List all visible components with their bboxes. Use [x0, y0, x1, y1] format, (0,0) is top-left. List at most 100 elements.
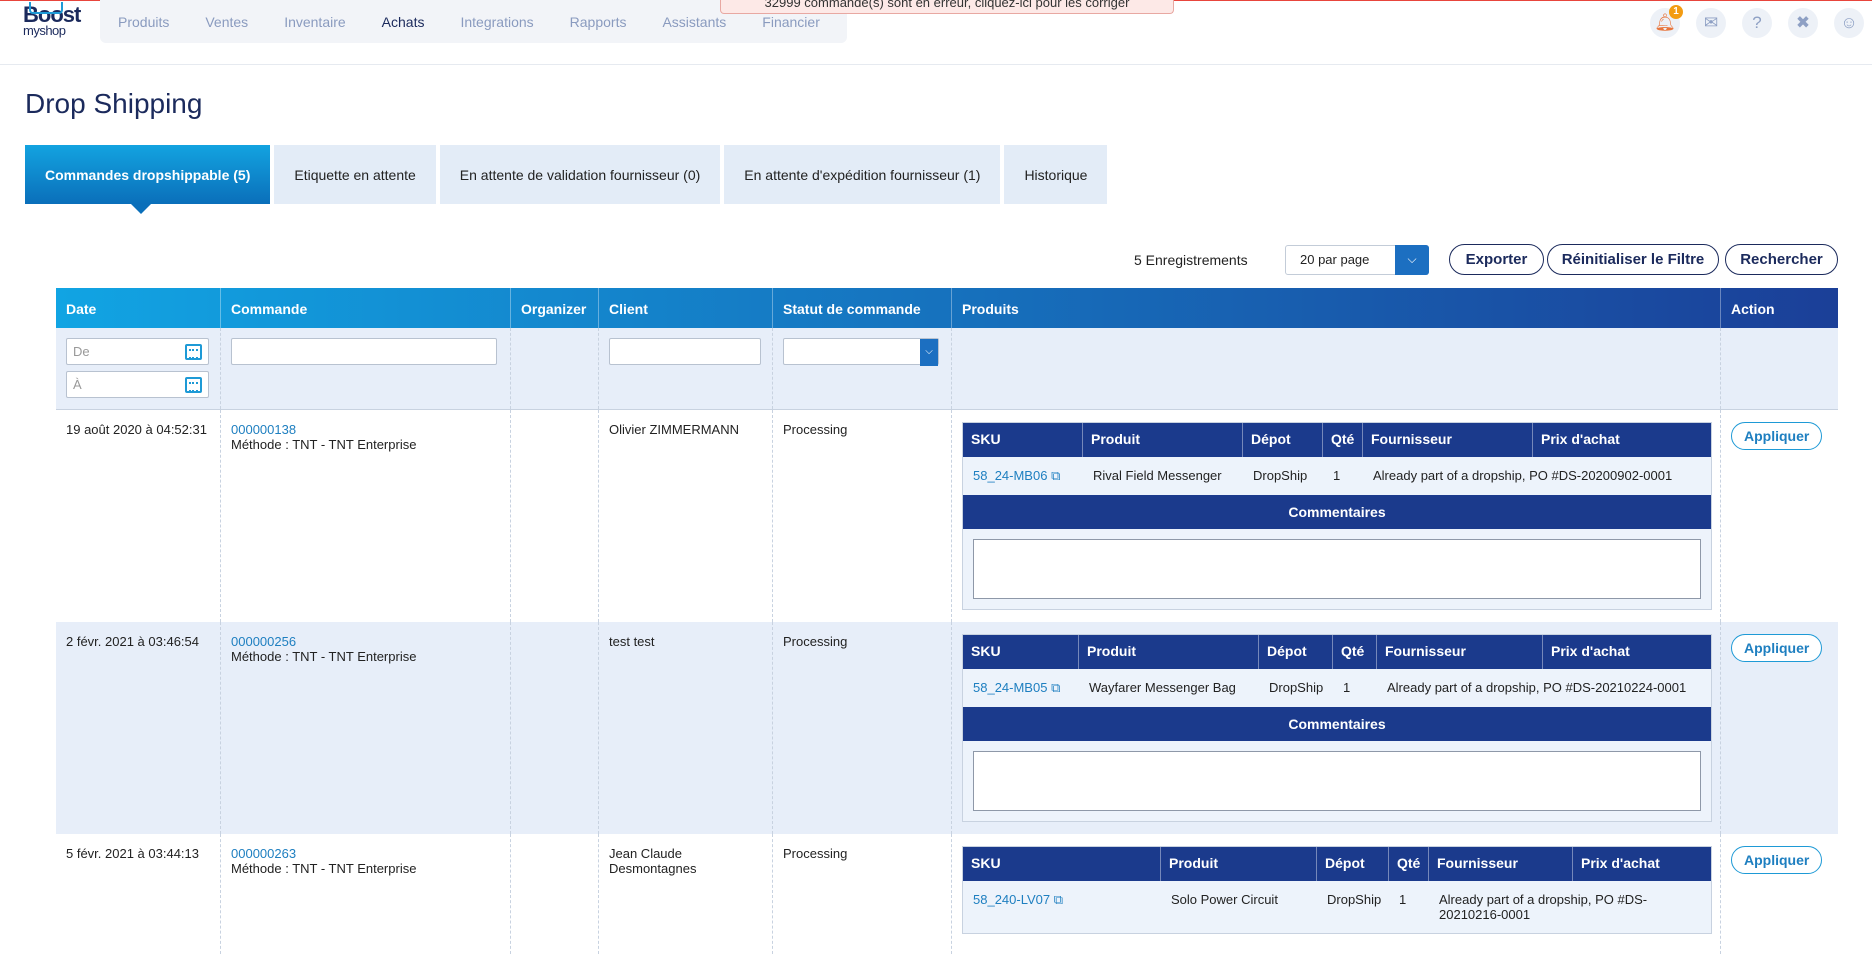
bell-icon[interactable]: 🔔︎ 1: [1650, 5, 1683, 38]
product-name: Wayfarer Messenger Bag: [1089, 680, 1236, 695]
col-qte: Qté: [1389, 847, 1429, 881]
products-header: SKU Produit Dépot Qté Fournisseur Prix d…: [963, 423, 1711, 457]
calendar-icon[interactable]: [185, 344, 202, 360]
row-products: SKU Produit Dépot Qté Fournisseur Prix d…: [952, 410, 1721, 622]
page-title: Drop Shipping: [25, 88, 203, 119]
product-sku-link[interactable]: 58_24-MB05: [973, 680, 1047, 695]
tools-icon[interactable]: ✖: [1788, 8, 1818, 38]
col-produits: Produits: [952, 288, 1721, 328]
table-row: 2 févr. 2021 à 03:46:54 000000256 Méthod…: [56, 622, 1838, 834]
orders-table: Date Commande Organizer Client Statut de…: [56, 288, 1838, 954]
nav-item-financier[interactable]: Financier: [762, 14, 820, 30]
col-prix-achat: Prix d'achat: [1541, 431, 1620, 447]
col-depot: Dépot: [1243, 423, 1323, 457]
col-fournisseur: Fournisseur: [1429, 847, 1573, 881]
apply-button[interactable]: Appliquer: [1731, 846, 1823, 874]
order-link[interactable]: 000000263: [231, 846, 500, 861]
tab-historique[interactable]: Historique: [1004, 145, 1108, 204]
order-method: Méthode : TNT - TNT Enterprise: [231, 437, 417, 452]
col-prix-achat: Prix d'achat: [1551, 643, 1630, 659]
nav-item-inventaire[interactable]: Inventaire: [284, 14, 345, 30]
nav-item-rapports[interactable]: Rapports: [570, 14, 627, 30]
product-name: Rival Field Messenger: [1093, 468, 1222, 483]
row-status: Processing: [773, 834, 952, 954]
products-subtable: SKU Produit Dépot Qté Fournisseur Prix d…: [962, 846, 1712, 934]
products-header: SKU Produit Dépot Qté Fournisseur Prix d…: [963, 847, 1711, 881]
comments-header: Commentaires: [963, 707, 1711, 741]
row-client: Jean Claude Desmontagnes: [599, 834, 773, 954]
user-icon[interactable]: ☺: [1834, 8, 1864, 38]
client-filter-input[interactable]: [609, 338, 761, 365]
mail-icon[interactable]: ✉: [1696, 8, 1726, 38]
product-sku-link[interactable]: 58_24-MB06: [973, 468, 1047, 483]
row-products: SKU Produit Dépot Qté Fournisseur Prix d…: [952, 834, 1721, 954]
order-link[interactable]: 000000256: [231, 634, 500, 649]
col-sku: SKU: [963, 423, 1083, 457]
col-client[interactable]: Client: [599, 288, 773, 328]
reset-filter-button[interactable]: Réinitialiser le Filtre: [1547, 244, 1719, 275]
product-row: 58_24-MB06 ⧉ Rival Field Messenger DropS…: [963, 457, 1711, 495]
error-banner[interactable]: 32999 commande(s) sont en erreur, clique…: [720, 0, 1174, 14]
product-qty: 1: [1399, 892, 1407, 907]
table-row: 19 août 2020 à 04:52:31 000000138 Méthod…: [56, 410, 1838, 622]
row-date: 19 août 2020 à 04:52:31: [56, 410, 221, 622]
comments-header: Commentaires: [963, 495, 1711, 529]
commande-filter-input[interactable]: [231, 338, 497, 365]
row-products: SKU Produit Dépot Qté Fournisseur Prix d…: [952, 622, 1721, 834]
external-link-icon[interactable]: ⧉: [1051, 680, 1060, 695]
nav-item-assistants[interactable]: Assistants: [662, 14, 726, 30]
nav-item-produits[interactable]: Produits: [118, 14, 169, 30]
product-row: 58_240-LV07 ⧉ Solo Power Circuit DropShi…: [963, 881, 1711, 933]
chevron-down-icon[interactable]: ⌵: [920, 339, 938, 366]
date-from-input[interactable]: De: [66, 338, 209, 365]
products-header: SKU Produit Dépot Qté Fournisseur Prix d…: [963, 635, 1711, 669]
external-link-icon[interactable]: ⧉: [1051, 468, 1060, 483]
order-method: Méthode : TNT - TNT Enterprise: [231, 649, 417, 664]
help-icon[interactable]: ?: [1742, 8, 1772, 38]
apply-button[interactable]: Appliquer: [1731, 422, 1823, 450]
tab-validation-fournisseur[interactable]: En attente de validation fournisseur (0): [439, 145, 721, 204]
col-date[interactable]: Date: [56, 288, 221, 328]
product-supplier: Already part of a dropship, PO #DS-20210…: [1439, 892, 1648, 922]
order-link[interactable]: 000000138: [231, 422, 500, 437]
comments-textarea[interactable]: [973, 751, 1701, 811]
comments-textarea[interactable]: [973, 539, 1701, 599]
external-link-icon[interactable]: ⧉: [1054, 892, 1063, 907]
col-statut[interactable]: Statut de commande: [773, 288, 952, 328]
tab-dropshippable[interactable]: Commandes dropshippable (5): [25, 145, 271, 214]
tab-expedition-fournisseur[interactable]: En attente d'expédition fournisseur (1): [724, 145, 1001, 204]
nav-item-achats[interactable]: Achats: [382, 14, 425, 30]
tabs-bar: Commandes dropshippable (5) Etiquette en…: [25, 145, 1111, 214]
row-organizer: [511, 834, 599, 954]
row-organizer: [511, 622, 599, 834]
date-from-placeholder: De: [73, 344, 90, 359]
col-organizer[interactable]: Organizer: [511, 288, 599, 328]
tab-etiquette-attente[interactable]: Etiquette en attente: [274, 145, 436, 204]
search-button[interactable]: Rechercher: [1725, 244, 1838, 275]
record-count: 5 Enregistrements: [1134, 252, 1248, 268]
nav-item-ventes[interactable]: Ventes: [205, 14, 248, 30]
per-page-select[interactable]: 20 par page ⌵: [1285, 245, 1429, 275]
calendar-icon[interactable]: [185, 377, 202, 393]
products-subtable: SKU Produit Dépot Qté Fournisseur Prix d…: [962, 634, 1712, 822]
col-fournisseur: Fournisseur: [1363, 423, 1533, 457]
boostmyshop-logo[interactable]: Boost myshop: [23, 2, 81, 44]
nav-item-integrations[interactable]: Integrations: [460, 14, 533, 30]
table-row: 5 févr. 2021 à 03:44:13 000000263 Méthod…: [56, 834, 1838, 954]
apply-button[interactable]: Appliquer: [1731, 634, 1823, 662]
col-commande[interactable]: Commande: [221, 288, 511, 328]
row-status: Processing: [773, 410, 952, 622]
product-qty: 1: [1333, 468, 1341, 483]
status-filter-select[interactable]: ⌵: [783, 338, 939, 366]
product-depot: DropShip: [1253, 468, 1308, 483]
product-sku-link[interactable]: 58_240-LV07: [973, 892, 1050, 907]
date-to-input[interactable]: À: [66, 371, 209, 398]
cart-logo-icon: [29, 2, 63, 14]
product-supplier: Already part of a dropship, PO #DS-20200…: [1373, 468, 1673, 483]
filter-row: De À ⌵: [56, 328, 1838, 410]
col-prix-achat: Prix d'achat: [1581, 855, 1660, 871]
row-status: Processing: [773, 622, 952, 834]
row-date: 2 févr. 2021 à 03:46:54: [56, 622, 221, 834]
export-button[interactable]: Exporter: [1449, 244, 1544, 275]
chevron-down-icon[interactable]: ⌵: [1395, 245, 1429, 275]
